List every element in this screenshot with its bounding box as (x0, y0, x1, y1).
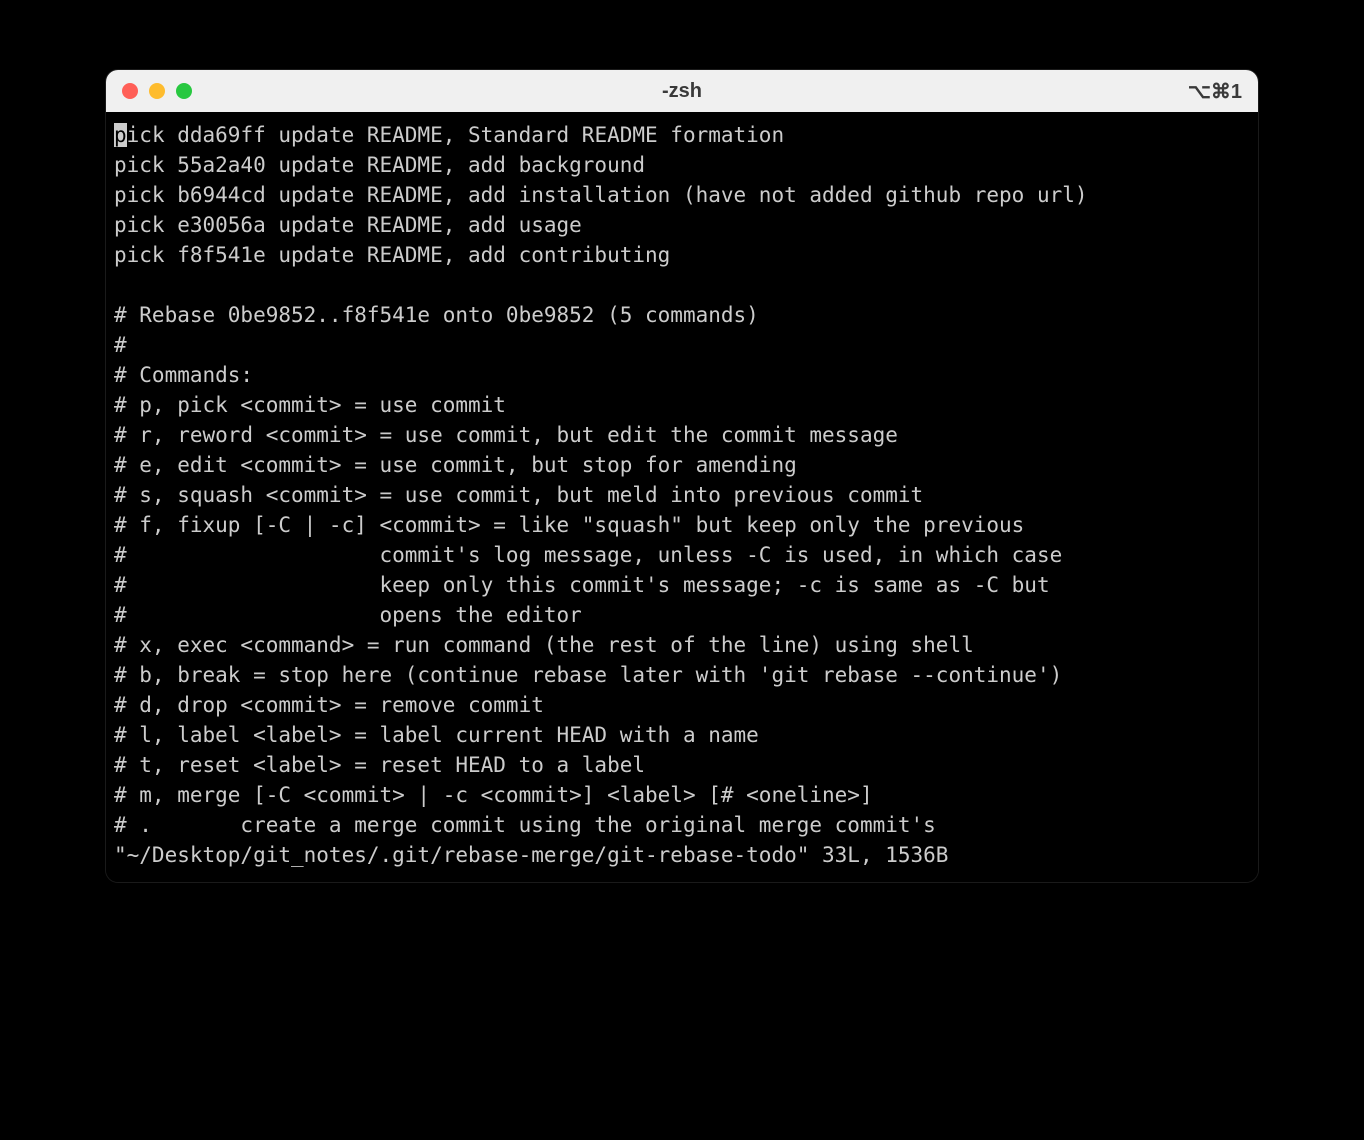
title-bar: -zsh ⌥⌘1 (106, 70, 1258, 112)
terminal-line: # . create a merge commit using the orig… (114, 810, 1250, 840)
terminal-line: pick 55a2a40 update README, add backgrou… (114, 150, 1250, 180)
terminal-line: pick b6944cd update README, add installa… (114, 180, 1250, 210)
terminal-line: # opens the editor (114, 600, 1250, 630)
terminal-line: pick f8f541e update README, add contribu… (114, 240, 1250, 270)
terminal-line: # d, drop <commit> = remove commit (114, 690, 1250, 720)
terminal-line: # b, break = stop here (continue rebase … (114, 660, 1250, 690)
terminal-line: # r, reword <commit> = use commit, but e… (114, 420, 1250, 450)
terminal-content[interactable]: pick dda69ff update README, Standard REA… (106, 112, 1258, 882)
terminal-line: "~/Desktop/git_notes/.git/rebase-merge/g… (114, 840, 1250, 870)
maximize-button[interactable] (176, 83, 192, 99)
terminal-line: pick e30056a update README, add usage (114, 210, 1250, 240)
terminal-line: # s, squash <commit> = use commit, but m… (114, 480, 1250, 510)
terminal-line: # l, label <label> = label current HEAD … (114, 720, 1250, 750)
terminal-line: # f, fixup [-C | -c] <commit> = like "sq… (114, 510, 1250, 540)
terminal-line: # keep only this commit's message; -c is… (114, 570, 1250, 600)
traffic-lights (122, 83, 192, 99)
terminal-line: # p, pick <commit> = use commit (114, 390, 1250, 420)
window-title: -zsh (662, 80, 702, 103)
terminal-line: # e, edit <commit> = use commit, but sto… (114, 450, 1250, 480)
terminal-line: pick dda69ff update README, Standard REA… (114, 120, 1250, 150)
terminal-line: # commit's log message, unless -C is use… (114, 540, 1250, 570)
terminal-line: # Rebase 0be9852..f8f541e onto 0be9852 (… (114, 300, 1250, 330)
terminal-line: # t, reset <label> = reset HEAD to a lab… (114, 750, 1250, 780)
window-shortcut: ⌥⌘1 (1188, 79, 1242, 104)
terminal-line (114, 270, 1250, 300)
close-button[interactable] (122, 83, 138, 99)
terminal-line: # Commands: (114, 360, 1250, 390)
terminal-line: # (114, 330, 1250, 360)
terminal-line: # x, exec <command> = run command (the r… (114, 630, 1250, 660)
terminal-window: -zsh ⌥⌘1 pick dda69ff update README, Sta… (106, 70, 1258, 882)
terminal-line: # m, merge [-C <commit> | -c <commit>] <… (114, 780, 1250, 810)
cursor: p (114, 123, 127, 147)
minimize-button[interactable] (149, 83, 165, 99)
